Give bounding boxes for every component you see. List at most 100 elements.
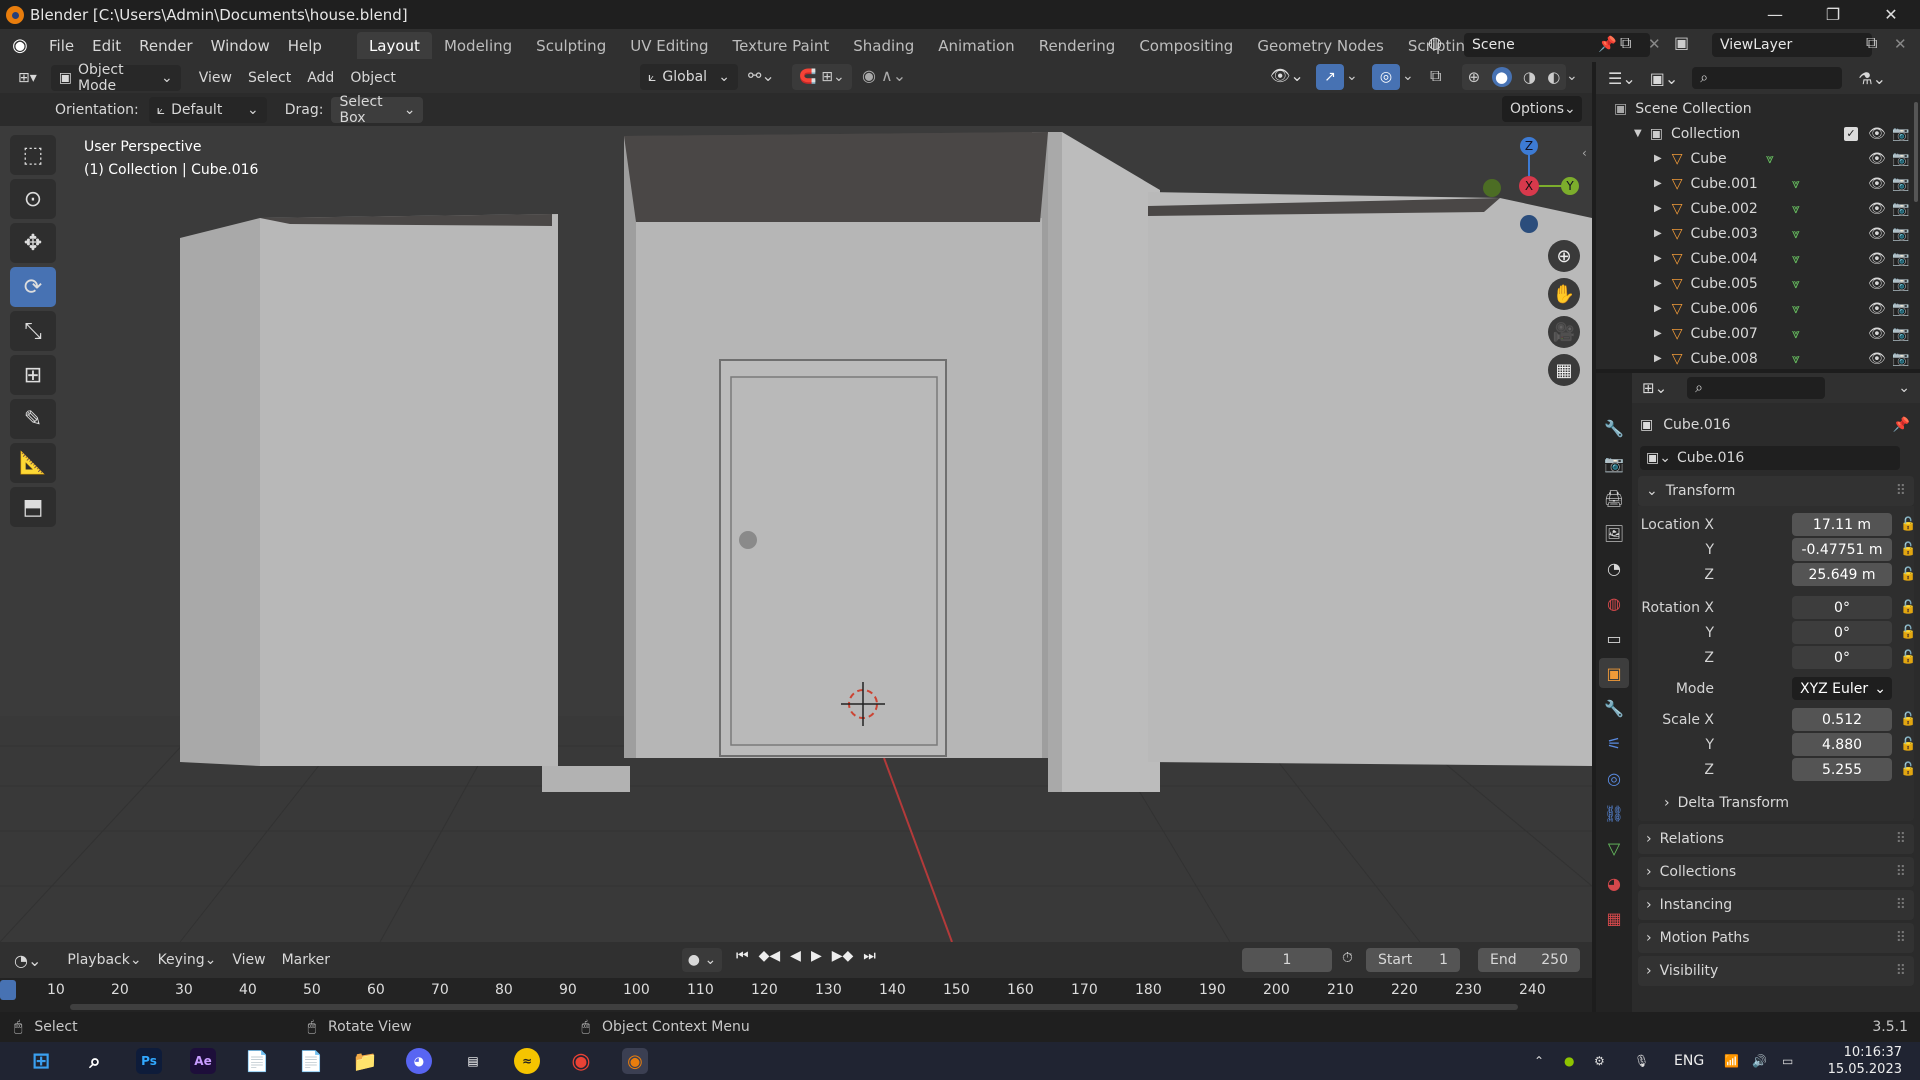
mesh-data-icon[interactable]: ⩔ (1792, 201, 1800, 217)
lock-icon[interactable]: 🔓 (1900, 542, 1916, 557)
modifier-tab-icon[interactable]: 🔧 (1599, 693, 1629, 723)
chrome-icon[interactable]: ◉ (568, 1048, 594, 1074)
zoom-icon[interactable]: ⊕ (1548, 240, 1580, 272)
lock-icon[interactable]: 🔓 (1900, 712, 1916, 727)
expand-arrow-icon[interactable]: ▶ (1654, 228, 1662, 239)
next-keyframe-icon[interactable]: ▶◆ (832, 948, 854, 964)
scene-tab-icon[interactable]: ◔ (1599, 553, 1629, 583)
maximize-button[interactable]: ❐ (1804, 0, 1862, 29)
scale-tool-icon[interactable]: ⤡ (10, 311, 56, 351)
tool-tab-icon[interactable]: 🔧 (1599, 413, 1629, 443)
camera-icon[interactable]: 📷 (1892, 301, 1909, 317)
keying-menu[interactable]: Keying ⌄ (150, 947, 225, 973)
header-menu-object[interactable]: Object (342, 65, 404, 91)
scene-icon[interactable]: ◍ (1428, 33, 1456, 57)
relations-panel-header[interactable]: › Relations ⠿ (1638, 824, 1914, 854)
mesh-data-icon[interactable]: ⩔ (1792, 351, 1800, 367)
timeline-scrollbar[interactable] (70, 1004, 1518, 1010)
chevron-down-icon[interactable]: ⌄ (1566, 68, 1578, 84)
menu-file[interactable]: File (40, 29, 83, 62)
visibility-icon[interactable]: 👁⌄ (1270, 66, 1304, 85)
tab-sculpting[interactable]: Sculpting (524, 32, 618, 59)
rendered-shading-icon[interactable]: ◐ (1547, 68, 1560, 86)
world-tab-icon[interactable]: ◍ (1599, 588, 1629, 618)
tray-app-icon[interactable]: ● (1564, 1054, 1574, 1068)
material-shading-icon[interactable]: ◑ (1523, 68, 1536, 86)
overlays-icon[interactable]: ◎ (1372, 64, 1400, 90)
mesh-data-icon[interactable]: ⩔ (1792, 301, 1800, 317)
steam-icon[interactable]: ⚙ (1594, 1054, 1605, 1068)
expand-arrow-icon[interactable]: ▶ (1654, 328, 1662, 339)
expand-arrow-icon[interactable]: ▶ (1654, 303, 1662, 314)
end-frame-field[interactable]: End 250 (1478, 948, 1580, 972)
camera-icon[interactable]: 📷 (1892, 151, 1909, 167)
camera-icon[interactable]: 📷 (1892, 226, 1909, 242)
camera-icon[interactable]: 📷 (1892, 351, 1909, 367)
eye-icon[interactable]: 👁 (1868, 301, 1886, 317)
language-indicator[interactable]: ENG (1674, 1053, 1704, 1069)
outliner-scrollbar[interactable] (1914, 102, 1918, 202)
rotation-x-field[interactable]: 0° (1792, 596, 1892, 619)
blender-menu-icon[interactable]: ◉ (0, 35, 40, 56)
drag-handle-icon[interactable]: ⠿ (1896, 864, 1906, 880)
collections-panel-header[interactable]: › Collections ⠿ (1638, 857, 1914, 887)
eye-icon[interactable]: 👁 (1868, 201, 1886, 217)
expand-arrow-icon[interactable]: ▶ (1654, 253, 1662, 264)
render-tab-icon[interactable]: 📷 (1599, 448, 1629, 478)
object-tab-icon[interactable]: ▣ (1599, 658, 1629, 688)
editor-type-icon[interactable]: ⊞▾ (10, 65, 45, 91)
drag-handle-icon[interactable]: ⠿ (1896, 831, 1906, 847)
file-icon[interactable]: 📄 (244, 1048, 270, 1074)
chevron-up-icon[interactable]: ⌃ (1534, 1054, 1544, 1068)
wifi-icon[interactable]: 📶 (1724, 1054, 1739, 1068)
gizmo-neg-y-axis[interactable] (1483, 179, 1501, 197)
current-frame-field[interactable]: 1 (1242, 948, 1332, 972)
delete-viewlayer-icon[interactable]: ✕ (1894, 35, 1907, 53)
eye-icon[interactable]: 👁 (1868, 326, 1886, 342)
measure-tool-icon[interactable]: 📐 (10, 443, 56, 483)
gizmo-toggle-icon[interactable]: ↗ (1316, 64, 1344, 90)
instancing-panel-header[interactable]: › Instancing ⠿ (1638, 890, 1914, 920)
outliner-item[interactable]: ▶ ▽ Cube.001 ⩔ 👁 📷 (1596, 171, 1920, 196)
file-explorer-icon[interactable]: 📁 (352, 1048, 378, 1074)
play-icon[interactable]: ▶ (811, 948, 822, 964)
drag-handle-icon[interactable]: ⠿ (1896, 483, 1906, 499)
expand-arrow-icon[interactable]: ▶ (1654, 353, 1662, 364)
scale-x-field[interactable]: 0.512 (1792, 708, 1892, 731)
outliner-item[interactable]: ▶ ▽ Cube.007 ⩔ 👁 📷 (1596, 321, 1920, 346)
lock-icon[interactable]: 🔓 (1900, 650, 1916, 665)
camera-icon[interactable]: 📷 (1892, 201, 1909, 217)
navigation-gizmo[interactable]: Z Y X (1474, 134, 1592, 244)
delete-scene-icon[interactable]: ✕ (1648, 35, 1661, 53)
volume-icon[interactable]: 🔊 (1752, 1054, 1767, 1068)
texture-tab-icon[interactable]: ▦ (1599, 903, 1629, 933)
add-cube-tool-icon[interactable]: ⬒ (10, 487, 56, 527)
app-icon[interactable]: ≈ (514, 1048, 540, 1074)
blender-taskbar-icon[interactable]: ◉ (622, 1048, 648, 1074)
eye-icon[interactable]: 👁 (1868, 176, 1886, 192)
timeline-ruler[interactable]: 10 20 30 40 50 60 70 80 90 100 110 120 130 140 150 160 1… (0, 978, 1592, 1002)
jump-end-icon[interactable]: ⏭ (863, 948, 876, 964)
marker-menu[interactable]: Marker (274, 947, 338, 973)
eye-icon[interactable]: 👁 (1868, 351, 1886, 367)
discord-icon[interactable]: ◕ (406, 1048, 432, 1074)
search-icon[interactable]: ⌕ (82, 1048, 108, 1074)
location-x-field[interactable]: 17.11 m (1792, 513, 1892, 536)
eye-icon[interactable]: 👁 (1868, 276, 1886, 292)
chevron-down-icon[interactable]: ⌄ (1898, 380, 1910, 396)
properties-editor-icon[interactable]: ⊞⌄ (1642, 379, 1667, 397)
menu-help[interactable]: Help (279, 29, 331, 62)
camera-icon[interactable]: 📷 (1892, 251, 1909, 267)
menu-edit[interactable]: Edit (83, 29, 130, 62)
expand-arrow-icon[interactable]: ▼ (1634, 128, 1642, 139)
eye-icon[interactable]: 👁 (1868, 151, 1886, 167)
rotation-y-field[interactable]: 0° (1792, 621, 1892, 644)
sidebar-toggle-icon[interactable]: ‹ (1582, 146, 1587, 160)
playback-menu[interactable]: Playback ⌄ (59, 947, 149, 973)
outliner-item[interactable]: ▶ ▽ Cube.003 ⩔ 👁 📷 (1596, 221, 1920, 246)
pin-icon[interactable]: 📌 (1893, 417, 1910, 433)
drag-handle-icon[interactable]: ⠿ (1896, 963, 1906, 979)
perspective-grid-icon[interactable]: ▦ (1548, 354, 1580, 386)
eye-icon[interactable]: 👁 (1868, 226, 1886, 242)
mesh-data-icon[interactable]: ⩔ (1792, 326, 1800, 342)
